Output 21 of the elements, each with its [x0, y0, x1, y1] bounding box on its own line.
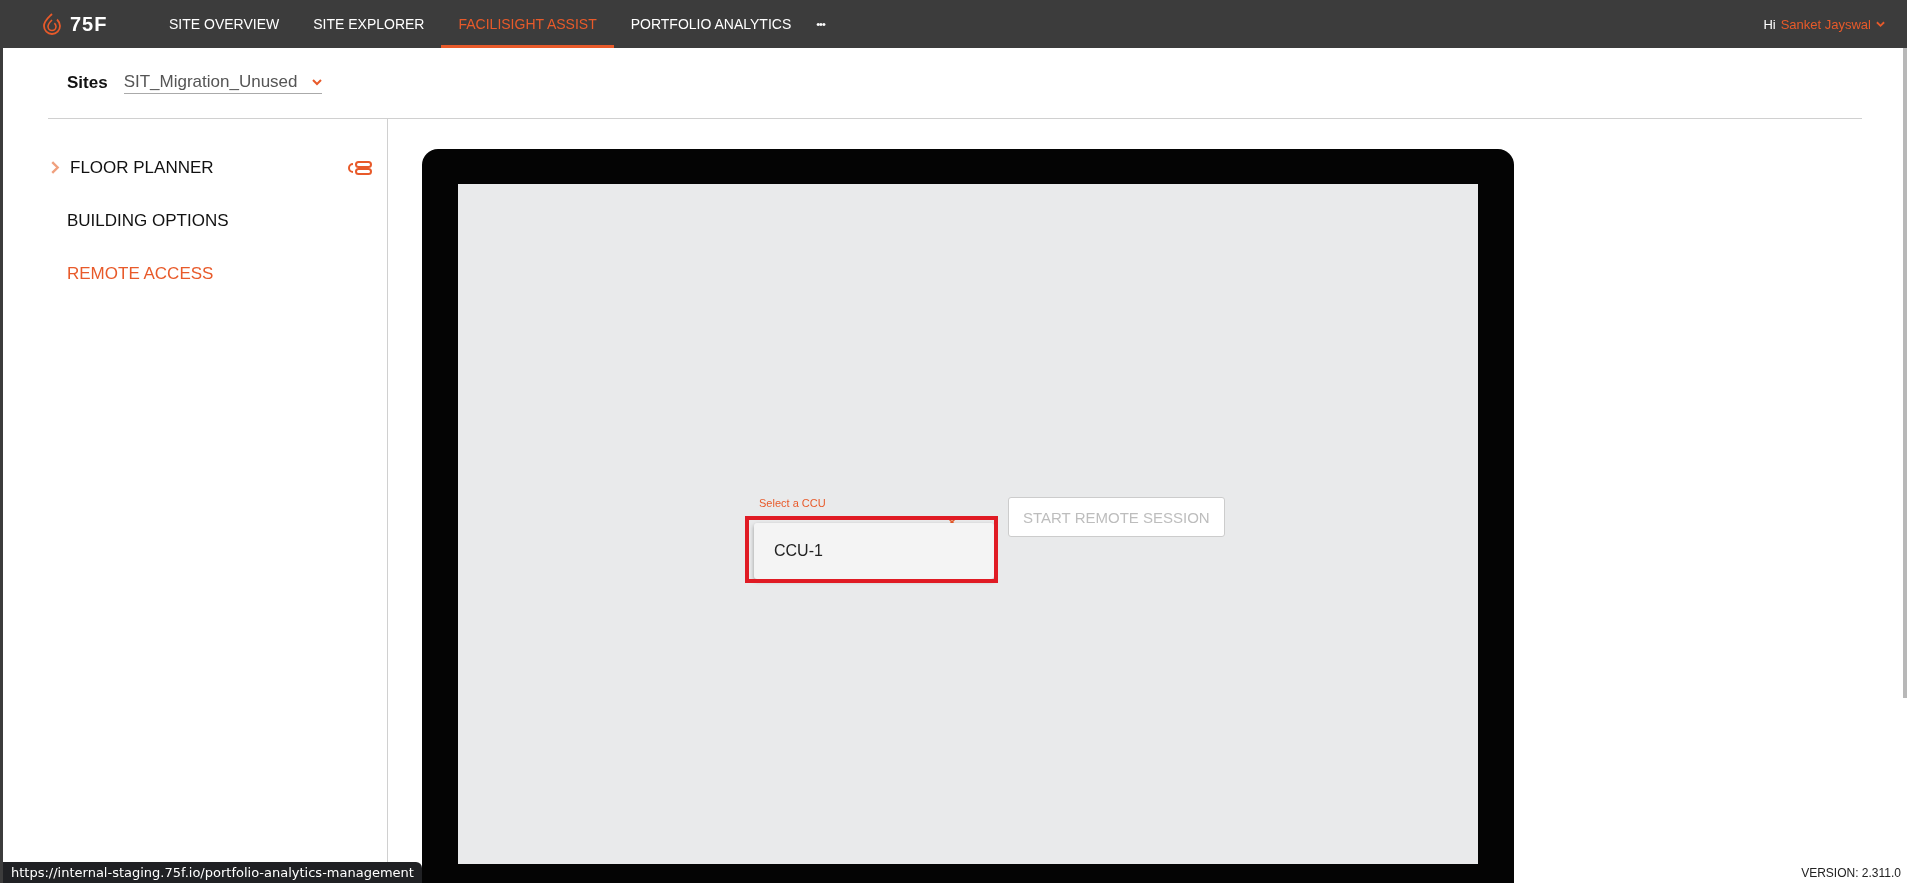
sites-label: Sites — [67, 73, 108, 93]
nav-tab[interactable]: SITE EXPLORER — [296, 0, 442, 48]
site-dropdown[interactable]: SIT_Migration_Unused — [123, 72, 322, 94]
caret-icon[interactable] — [311, 78, 322, 86]
nav-tab[interactable]: PORTFOLIO ANALYTICS — [613, 0, 809, 48]
sidebar-item[interactable]: REMOTE ACCESS — [51, 263, 214, 284]
layers-icon[interactable] — [348, 160, 372, 175]
version-text: VERSION: 2.311.0 — [1801, 866, 1901, 880]
greeting-text: Hi — [1763, 16, 1776, 32]
status-url-tooltip: https://internal-staging.75f.io/portfolio-analytics-management — [3, 862, 422, 883]
logo-text: 75F — [70, 12, 108, 36]
nav-tab[interactable]: SITE OVERVIEW — [152, 0, 297, 48]
caret-icon[interactable] — [1876, 20, 1885, 28]
dropdown-option[interactable]: CCU-1 — [754, 542, 994, 560]
more-menu[interactable]: ••• — [808, 0, 833, 48]
sidebar-item[interactable]: FLOOR PLANNER — [60, 157, 348, 178]
sidebar-item[interactable]: BUILDING OPTIONS — [51, 210, 229, 231]
field-label: Select a CCU — [759, 497, 826, 509]
flame-logo-icon — [40, 12, 64, 36]
chevron-right-icon[interactable] — [51, 161, 60, 174]
scrollbar[interactable] — [1903, 48, 1907, 698]
